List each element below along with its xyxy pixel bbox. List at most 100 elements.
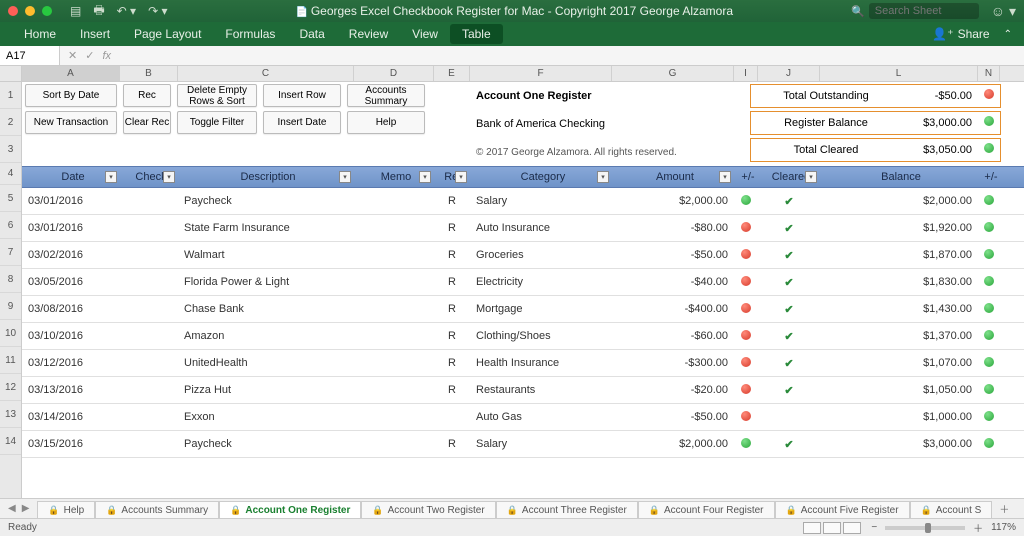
row-header-4[interactable]: 4 [0, 163, 21, 185]
insert-row-button[interactable]: Insert Row [263, 84, 341, 107]
filter-dropdown-icon[interactable]: ▾ [805, 171, 817, 183]
row-header-2[interactable]: 2 [0, 109, 21, 136]
ribbon-tab-view[interactable]: View [400, 24, 450, 44]
row-header-10[interactable]: 10 [0, 320, 21, 347]
tab-next-icon[interactable]: ▶ [22, 503, 30, 514]
close-window-button[interactable] [8, 6, 18, 16]
filter-dropdown-icon[interactable]: ▾ [105, 171, 117, 183]
save-icon[interactable]: ▤ [70, 4, 81, 18]
sheet-tab-account-two-register[interactable]: 🔒Account Two Register [361, 501, 495, 518]
column-header-i[interactable]: I [734, 66, 758, 81]
formula-input[interactable] [119, 46, 1024, 65]
table-row[interactable]: 03/12/2016UnitedHealthRHealth Insurance-… [22, 350, 1024, 377]
column-header-j[interactable]: J [758, 66, 820, 81]
table-row[interactable]: 03/01/2016PaycheckRSalary$2,000.00✔$2,00… [22, 188, 1024, 215]
row-header-1[interactable]: 1 [0, 82, 21, 109]
column-balance[interactable]: Balance [820, 171, 978, 183]
maximize-window-button[interactable] [42, 6, 52, 16]
ribbon-tab-page-layout[interactable]: Page Layout [122, 24, 213, 44]
row-header-5[interactable]: 5 [0, 185, 21, 212]
sort-by-date-button[interactable]: Sort By Date [25, 84, 117, 107]
undo-icon[interactable]: ↶ ▾ [117, 4, 136, 18]
column-memo[interactable]: Memo▾ [354, 171, 434, 183]
zoom-out-button[interactable]: − [871, 522, 877, 533]
sheet-tab-account-four-register[interactable]: 🔒Account Four Register [638, 501, 775, 518]
clear-rec-button[interactable]: Clear Rec [123, 111, 171, 134]
print-icon[interactable]: 🖶 [93, 1, 104, 22]
tab-prev-icon[interactable]: ◀ [8, 503, 16, 514]
insert-date-button[interactable]: Insert Date [263, 111, 341, 134]
filter-dropdown-icon[interactable]: ▾ [455, 171, 467, 183]
feedback-icon[interactable]: ☺ ▾ [991, 3, 1016, 20]
select-all-corner[interactable] [0, 66, 22, 81]
column-header-n[interactable]: N [978, 66, 1000, 81]
share-button[interactable]: 👤⁺Share [932, 27, 989, 41]
ribbon-collapse-icon[interactable]: ⌃ [1004, 29, 1012, 40]
page-break-view-button[interactable] [843, 522, 861, 534]
column-header-l[interactable]: L [820, 66, 978, 81]
zoom-slider[interactable] [885, 526, 965, 530]
page-layout-view-button[interactable] [823, 522, 841, 534]
accept-formula-icon[interactable]: ✓ [85, 49, 94, 62]
ribbon-tab-data[interactable]: Data [287, 24, 336, 44]
row-header-11[interactable]: 11 [0, 347, 21, 374]
ribbon-tab-insert[interactable]: Insert [68, 24, 122, 44]
accounts-summary-button[interactable]: Accounts Summary [347, 84, 425, 107]
row-header-13[interactable]: 13 [0, 401, 21, 428]
column-header-c[interactable]: C [178, 66, 354, 81]
ribbon-tab-formulas[interactable]: Formulas [213, 24, 287, 44]
filter-dropdown-icon[interactable]: ▾ [163, 171, 175, 183]
cancel-formula-icon[interactable]: ✕ [68, 49, 77, 62]
fx-icon[interactable]: fx [102, 50, 111, 62]
zoom-in-button[interactable]: ＋ [973, 520, 983, 535]
search-sheet[interactable]: 🔍 [851, 3, 979, 19]
rec-button[interactable]: Rec [123, 84, 171, 107]
filter-dropdown-icon[interactable]: ▾ [339, 171, 351, 183]
sheet-tab-account-three-register[interactable]: 🔒Account Three Register [496, 501, 638, 518]
new-transaction-button[interactable]: New Transaction [25, 111, 117, 134]
ribbon-tab-home[interactable]: Home [12, 24, 68, 44]
search-input[interactable] [869, 3, 979, 19]
filter-dropdown-icon[interactable]: ▾ [597, 171, 609, 183]
table-row[interactable]: 03/13/2016Pizza HutRRestaurants-$20.00✔$… [22, 377, 1024, 404]
column-cleared[interactable]: Cleared▾ [758, 171, 820, 183]
table-row[interactable]: 03/10/2016AmazonRClothing/Shoes-$60.00✔$… [22, 323, 1024, 350]
table-row[interactable]: 03/01/2016State Farm InsuranceRAuto Insu… [22, 215, 1024, 242]
ribbon-tab-review[interactable]: Review [337, 24, 400, 44]
row-header-6[interactable]: 6 [0, 212, 21, 239]
column-rec[interactable]: Rec▾ [434, 171, 470, 183]
column-category[interactable]: Category▾ [470, 171, 612, 183]
column--[interactable]: +/- [978, 171, 1000, 183]
column-date[interactable]: Date▾ [22, 171, 120, 183]
sheet-tab-account-five-register[interactable]: 🔒Account Five Register [775, 501, 910, 518]
column--[interactable]: +/- [734, 171, 758, 183]
table-row[interactable]: 03/02/2016WalmartRGroceries-$50.00✔$1,87… [22, 242, 1024, 269]
column-check[interactable]: Check▾ [120, 171, 178, 183]
normal-view-button[interactable] [803, 522, 821, 534]
sheet-tab-account-s[interactable]: 🔒Account S [910, 501, 993, 518]
table-row[interactable]: 03/08/2016Chase BankRMortgage-$400.00✔$1… [22, 296, 1024, 323]
table-row[interactable]: 03/14/2016ExxonAuto Gas-$50.00$1,000.00 [22, 404, 1024, 431]
sheet-tab-accounts-summary[interactable]: 🔒Accounts Summary [95, 501, 219, 518]
row-header-7[interactable]: 7 [0, 239, 21, 266]
column-header-g[interactable]: G [612, 66, 734, 81]
row-header-3[interactable]: 3 [0, 136, 21, 163]
toggle-filter-button[interactable]: Toggle Filter [177, 111, 257, 134]
delete-empty-rows-sort-button[interactable]: Delete Empty Rows & Sort [177, 84, 257, 107]
row-header-9[interactable]: 9 [0, 293, 21, 320]
add-sheet-button[interactable]: ＋ [992, 499, 1016, 518]
column-amount[interactable]: Amount▾ [612, 171, 734, 183]
ribbon-tab-table[interactable]: Table [450, 24, 503, 44]
column-header-f[interactable]: F [470, 66, 612, 81]
table-row[interactable]: 03/05/2016Florida Power & LightRElectric… [22, 269, 1024, 296]
filter-dropdown-icon[interactable]: ▾ [419, 171, 431, 183]
sheet-tab-account-one-register[interactable]: 🔒Account One Register [219, 501, 361, 518]
sheet-tab-help[interactable]: 🔒Help [37, 501, 95, 518]
column-header-d[interactable]: D [354, 66, 434, 81]
table-row[interactable]: 03/15/2016PaycheckRSalary$2,000.00✔$3,00… [22, 431, 1024, 458]
minimize-window-button[interactable] [25, 6, 35, 16]
name-box[interactable]: A17 [0, 46, 60, 65]
row-header-12[interactable]: 12 [0, 374, 21, 401]
column-header-b[interactable]: B [120, 66, 178, 81]
redo-icon[interactable]: ↷ ▾ [148, 4, 167, 18]
